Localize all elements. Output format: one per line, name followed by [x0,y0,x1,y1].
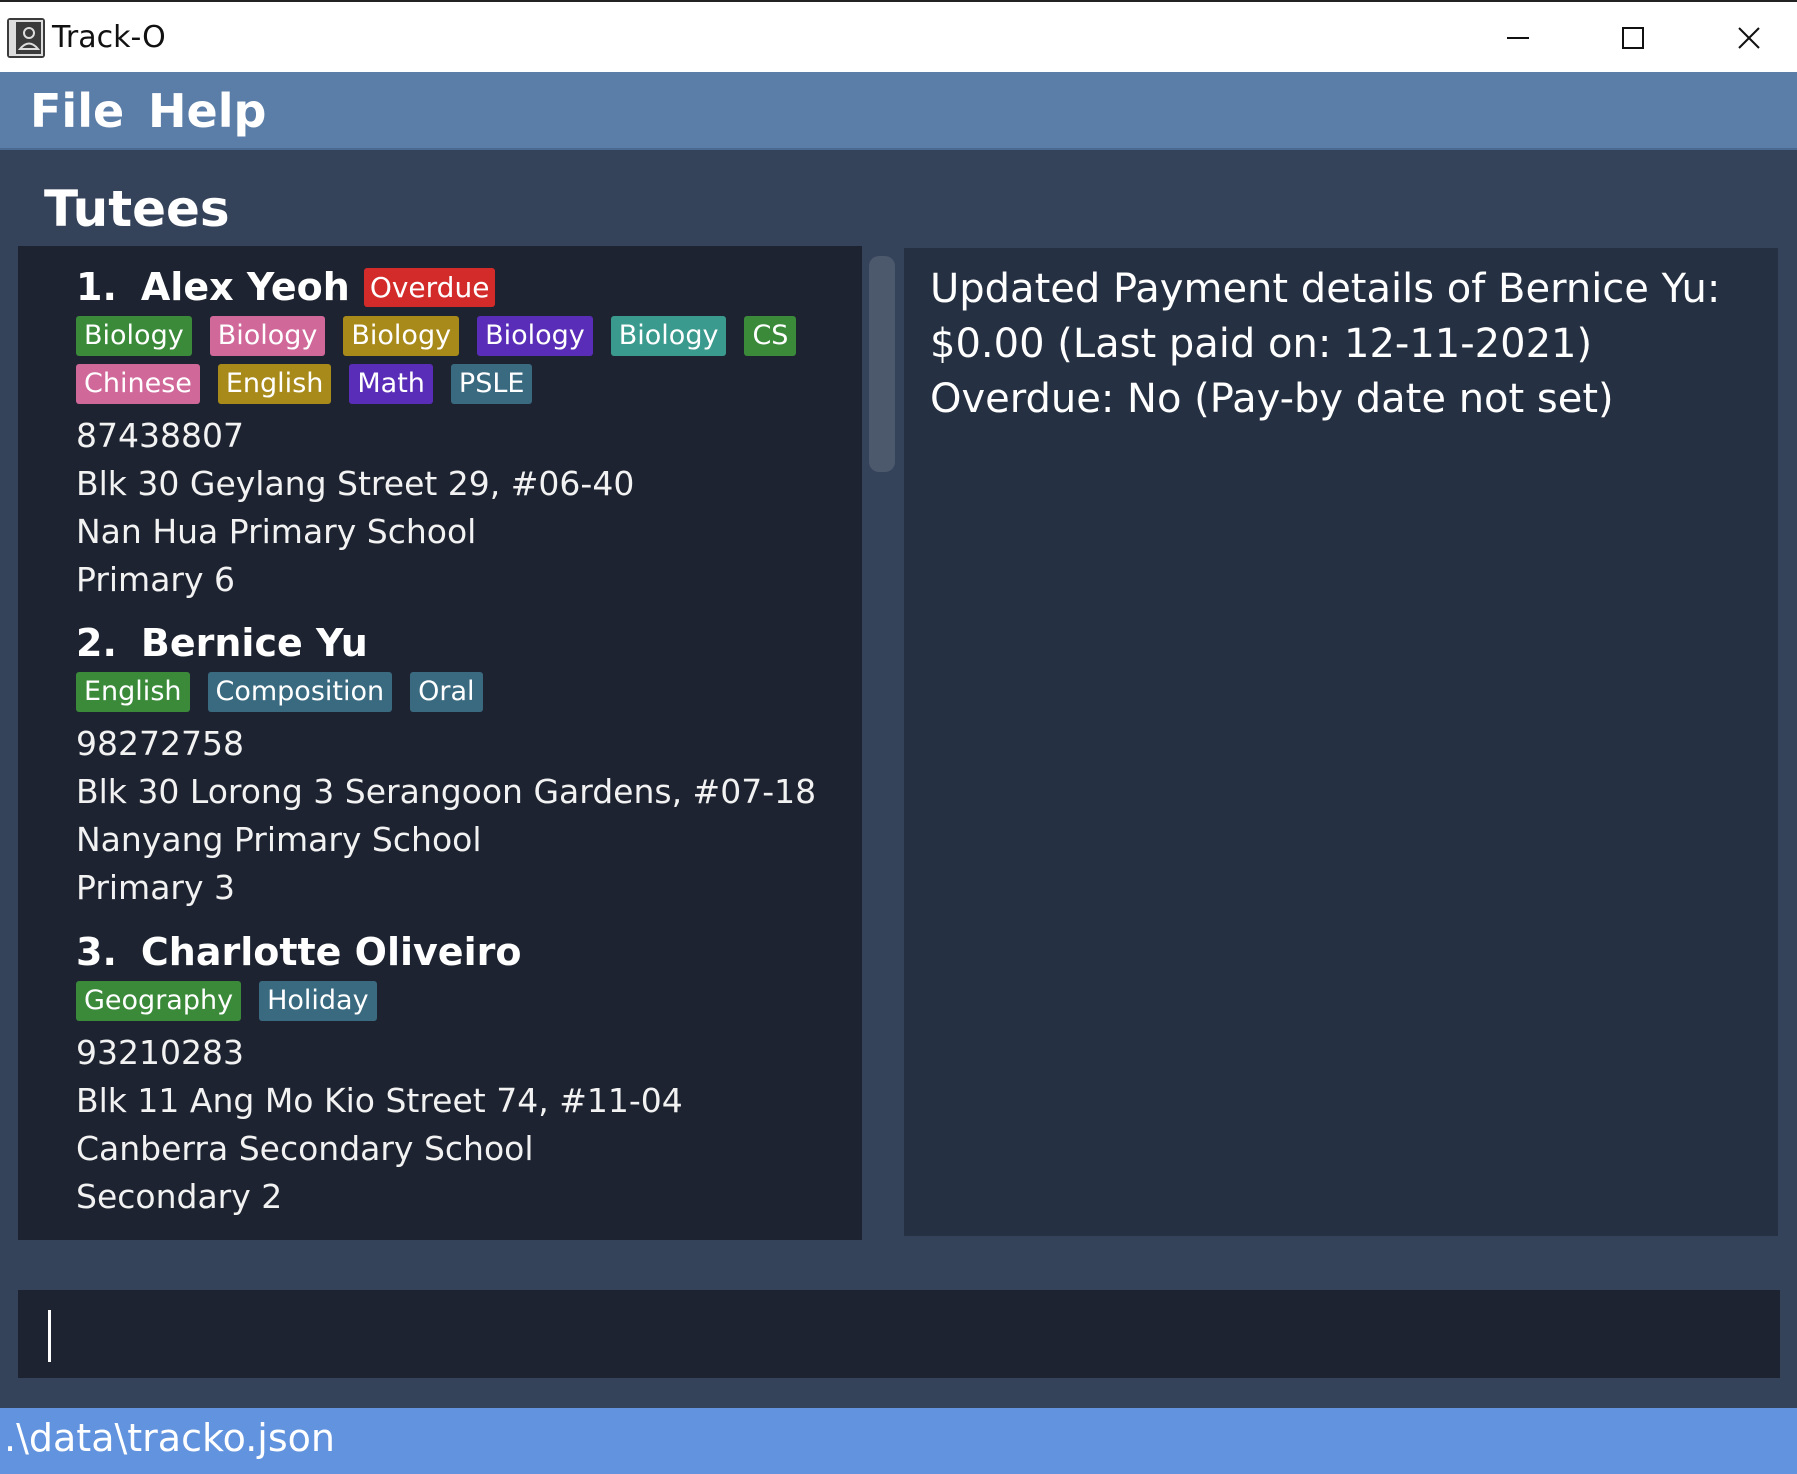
window-title: Track-O [52,20,166,55]
tag-list: Biology Biology Biology Biology Biology … [76,316,862,412]
tag-list: English Composition Oral [76,672,862,720]
tag: CS [744,316,797,356]
tag: Biology [76,316,192,356]
tutee-level: Secondary 2 [76,1177,283,1216]
tutee-list[interactable]: 1. Alex Yeoh Overdue Biology Biology Biol… [18,246,862,1240]
close-button[interactable] [1699,12,1797,64]
tutee-level: Primary 6 [76,560,236,599]
tag: Chinese [76,364,200,404]
text-caret [48,1310,51,1362]
result-line: Overdue: No (Pay-by date not set) [930,376,1614,422]
tutee-address: Blk 30 Lorong 3 Serangoon Gardens, #07-1… [76,772,817,811]
result-line: Updated Payment details of Bernice Yu: [930,266,1721,312]
tutee-phone: 87438807 [76,416,244,455]
result-display: Updated Payment details of Bernice Yu: $… [904,248,1778,1236]
tag: Math [349,364,433,404]
tag-list: Geography Holiday [76,981,862,1029]
tutee-phone: 93210283 [76,1033,244,1072]
tutee-name: 1. Alex Yeoh [76,265,350,309]
menu-bar: File Help [0,72,1797,150]
tag: Biology [477,316,593,356]
tutee-school: Canberra Secondary School [76,1129,534,1168]
tag: English [217,364,332,404]
maximize-button[interactable] [1583,12,1683,64]
command-input[interactable] [18,1290,1780,1378]
menu-help[interactable]: Help [148,84,266,138]
tag: Biology [343,316,460,356]
tutee-card[interactable]: 3. Charlotte Oliveiro Geography Holiday 9… [76,927,862,1221]
tag: PSLE [450,364,533,404]
list-scrollbar[interactable] [869,256,895,472]
tutee-card[interactable]: 2. Bernice Yu English Composition Oral 98… [76,618,862,912]
maximize-icon [1622,27,1644,49]
window-titlebar: Track-O [0,0,1797,72]
tutee-address: Blk 30 Geylang Street 29, #06-40 [76,464,635,503]
tag: Holiday [259,981,377,1021]
result-text: Updated Payment details of Bernice Yu: $… [930,262,1720,427]
tag: Oral [410,672,483,712]
tag: Geography [76,981,242,1021]
tutee-level: Primary 3 [76,868,236,907]
minimize-icon [1507,37,1529,39]
menu-file[interactable]: File [30,84,124,138]
tag: Biology [209,316,326,356]
tutee-school: Nanyang Primary School [76,820,482,859]
app-icon [7,18,45,58]
tutee-name: 2. Bernice Yu [76,621,368,665]
close-icon [1738,27,1760,49]
result-line: $0.00 (Last paid on: 12-11-2021) [930,321,1593,367]
section-title: Tutees [44,180,230,238]
status-bar: .\data\tracko.json [0,1408,1797,1474]
tutee-card[interactable]: 1. Alex Yeoh Overdue Biology Biology Biol… [76,262,862,604]
tutee-phone: 98272758 [76,724,244,763]
tag: English [76,672,190,712]
tutee-address: Blk 11 Ang Mo Kio Street 74, #11-04 [76,1081,683,1120]
tag: Biology [610,316,727,356]
overdue-badge: Overdue [363,267,496,307]
tutee-name: 3. Charlotte Oliveiro [76,930,522,974]
minimize-button[interactable] [1468,12,1568,64]
tutee-school: Nan Hua Primary School [76,512,477,551]
save-file-path: .\data\tracko.json [4,1416,335,1460]
tag: Composition [207,672,393,712]
